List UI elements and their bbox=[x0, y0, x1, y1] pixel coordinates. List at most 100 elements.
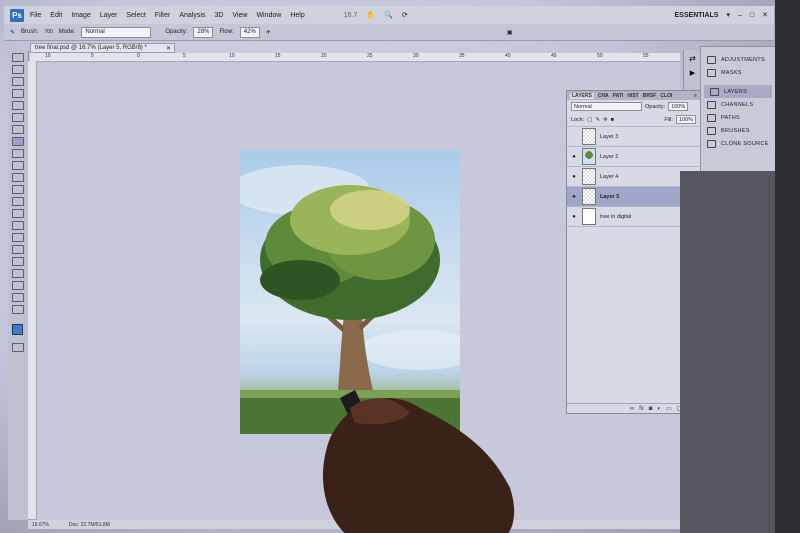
history-brush-icon[interactable] bbox=[12, 161, 24, 170]
dock-item-layers[interactable]: LAYERS bbox=[704, 85, 772, 98]
fx-icon[interactable]: fx bbox=[639, 406, 644, 412]
tab-history[interactable]: HIST bbox=[627, 93, 638, 99]
tab-layers[interactable]: LAYERS bbox=[570, 92, 594, 99]
type-tool-icon[interactable] bbox=[12, 233, 24, 242]
fill-label: Fill: bbox=[664, 116, 673, 123]
photo-of-screen: Ps File Edit Image Layer Select Filter A… bbox=[0, 0, 800, 533]
dock-item-clone-source[interactable]: CLONE SOURCE bbox=[701, 137, 775, 150]
menu-window[interactable]: Window bbox=[256, 12, 281, 19]
lock-image-icon[interactable]: ✎ bbox=[595, 117, 600, 123]
tab-brushes[interactable]: BRSF bbox=[643, 93, 657, 99]
lock-all-icon[interactable]: ■ bbox=[611, 117, 614, 123]
hand-tool-icon[interactable] bbox=[12, 293, 24, 302]
move-tool-icon[interactable] bbox=[12, 53, 24, 62]
play-icon[interactable]: ▶ bbox=[684, 69, 701, 77]
dock-item-brushes[interactable]: BRUSHES bbox=[701, 124, 775, 137]
lasso-tool-icon[interactable] bbox=[12, 77, 24, 86]
flow-label: Flow: bbox=[219, 29, 234, 35]
foreground-color-swatch[interactable] bbox=[12, 324, 23, 335]
maximize-icon[interactable]: □ bbox=[750, 12, 754, 19]
brush-size[interactable]: 700 bbox=[44, 29, 52, 35]
3d-rotate-icon[interactable] bbox=[12, 269, 24, 278]
blend-mode-select[interactable]: Normal bbox=[571, 102, 642, 111]
dock-item-channels[interactable]: CHANNELS bbox=[701, 98, 775, 111]
panel-dock: ADJUSTMENTS MASKS LAYERS CHANNELS PATHS … bbox=[700, 46, 776, 173]
marquee-tool-icon[interactable] bbox=[12, 65, 24, 74]
mask-icon[interactable]: ◙ bbox=[649, 406, 653, 412]
shape-tool-icon[interactable] bbox=[12, 257, 24, 266]
menu-3d[interactable]: 3D bbox=[214, 12, 223, 19]
eye-icon[interactable]: ● bbox=[570, 154, 578, 160]
airbrush-icon[interactable]: ✈ bbox=[266, 29, 271, 36]
lock-transparency-icon[interactable]: ▢ bbox=[587, 117, 592, 123]
fill-field[interactable]: 100% bbox=[675, 115, 696, 124]
layer-row-layer-2[interactable]: ● Layer 2 bbox=[567, 146, 700, 166]
brush-tool-icon[interactable] bbox=[12, 137, 24, 146]
dark-right-area bbox=[680, 171, 775, 533]
zoom-tool-icon[interactable]: 🔍 bbox=[384, 11, 393, 19]
quick-mask-icon[interactable] bbox=[12, 343, 24, 352]
mode-select[interactable]: Normal bbox=[81, 26, 152, 38]
blur-tool-icon[interactable] bbox=[12, 197, 24, 206]
eye-icon[interactable]: ● bbox=[570, 194, 578, 200]
document-tab[interactable]: tree final.psd @ 16.7% (Layer 5, RGB/8) … bbox=[30, 43, 175, 53]
tab-paths[interactable]: PATI bbox=[613, 93, 624, 99]
menu-select[interactable]: Select bbox=[126, 12, 145, 19]
swap-icon[interactable]: ⇄ bbox=[684, 54, 701, 63]
layer-opacity-field[interactable]: 100% bbox=[668, 102, 689, 111]
layer-row-layer-3[interactable]: Layer 3 bbox=[567, 126, 700, 146]
ruler-tick-label: 45 bbox=[551, 53, 557, 59]
eye-icon[interactable]: ● bbox=[570, 214, 578, 220]
dock-item-label: ADJUSTMENTS bbox=[721, 56, 765, 63]
hand-tool-icon[interactable]: ✋ bbox=[366, 11, 375, 19]
eraser-icon[interactable] bbox=[12, 173, 24, 182]
dock-item-adjustments[interactable]: ADJUSTMENTS bbox=[701, 53, 775, 66]
menu-filter[interactable]: Filter bbox=[155, 12, 171, 19]
menu-edit[interactable]: Edit bbox=[50, 12, 62, 19]
crop-tool-icon[interactable] bbox=[12, 101, 24, 110]
adjustment-icon[interactable]: ◐ bbox=[657, 406, 661, 412]
workspace-switcher[interactable]: ESSENTIALS bbox=[675, 12, 719, 19]
menu-layer[interactable]: Layer bbox=[100, 12, 118, 19]
rotate-view-icon[interactable]: ⟳ bbox=[402, 11, 408, 19]
tab-clone[interactable]: CLOI bbox=[660, 93, 672, 99]
pen-tool-icon[interactable] bbox=[12, 221, 24, 230]
zoom-level-menu[interactable]: 16.7 bbox=[344, 12, 358, 19]
ruler-tick-label: 5 bbox=[91, 53, 94, 59]
3d-orbit-icon[interactable] bbox=[12, 281, 24, 290]
tab-channels[interactable]: CHA bbox=[598, 93, 609, 99]
menu-analysis[interactable]: Analysis bbox=[179, 12, 205, 19]
status-doc-size[interactable]: Doc: 22.7M/51.8M bbox=[69, 522, 110, 528]
dodge-tool-icon[interactable] bbox=[12, 209, 24, 218]
close-tab-icon[interactable]: ✕ bbox=[166, 45, 174, 52]
mode-label: Mode: bbox=[58, 29, 76, 35]
link-icon[interactable]: ∞ bbox=[630, 406, 634, 412]
dock-item-paths[interactable]: PATHS bbox=[701, 111, 775, 124]
opacity-field[interactable]: 28% bbox=[193, 26, 214, 38]
gradient-tool-icon[interactable] bbox=[12, 185, 24, 194]
magic-wand-icon[interactable] bbox=[12, 89, 24, 98]
status-zoom[interactable]: 16.67% bbox=[32, 522, 49, 528]
path-select-icon[interactable] bbox=[12, 245, 24, 254]
zoom-tool-icon[interactable] bbox=[12, 305, 24, 314]
menu-help[interactable]: Help bbox=[290, 12, 304, 19]
flow-field[interactable]: 42% bbox=[239, 26, 260, 38]
eye-icon[interactable]: ● bbox=[570, 174, 578, 180]
eyedropper-icon[interactable] bbox=[12, 113, 24, 122]
chevron-down-icon[interactable]: ▾ bbox=[726, 11, 730, 19]
healing-brush-icon[interactable] bbox=[12, 125, 24, 134]
brush-panel-icon[interactable]: ▣ bbox=[507, 29, 513, 36]
close-icon[interactable]: ✕ bbox=[762, 11, 768, 19]
lock-position-icon[interactable]: ✛ bbox=[603, 117, 608, 123]
clone-stamp-icon[interactable] bbox=[12, 149, 24, 158]
brush-tool-icon[interactable]: ✎ bbox=[10, 29, 15, 36]
menu-bar: Ps File Edit Image Layer Select Filter A… bbox=[4, 6, 774, 24]
ruler-tick-label: 0 bbox=[137, 53, 140, 59]
opacity-label: Opacity: bbox=[165, 29, 188, 35]
minimize-icon[interactable]: – bbox=[738, 12, 742, 19]
dock-item-masks[interactable]: MASKS bbox=[701, 66, 775, 79]
menu-image[interactable]: Image bbox=[71, 12, 90, 19]
menu-file[interactable]: File bbox=[30, 12, 41, 19]
menu-view[interactable]: View bbox=[232, 12, 247, 19]
group-icon[interactable]: ▭ bbox=[666, 405, 672, 412]
